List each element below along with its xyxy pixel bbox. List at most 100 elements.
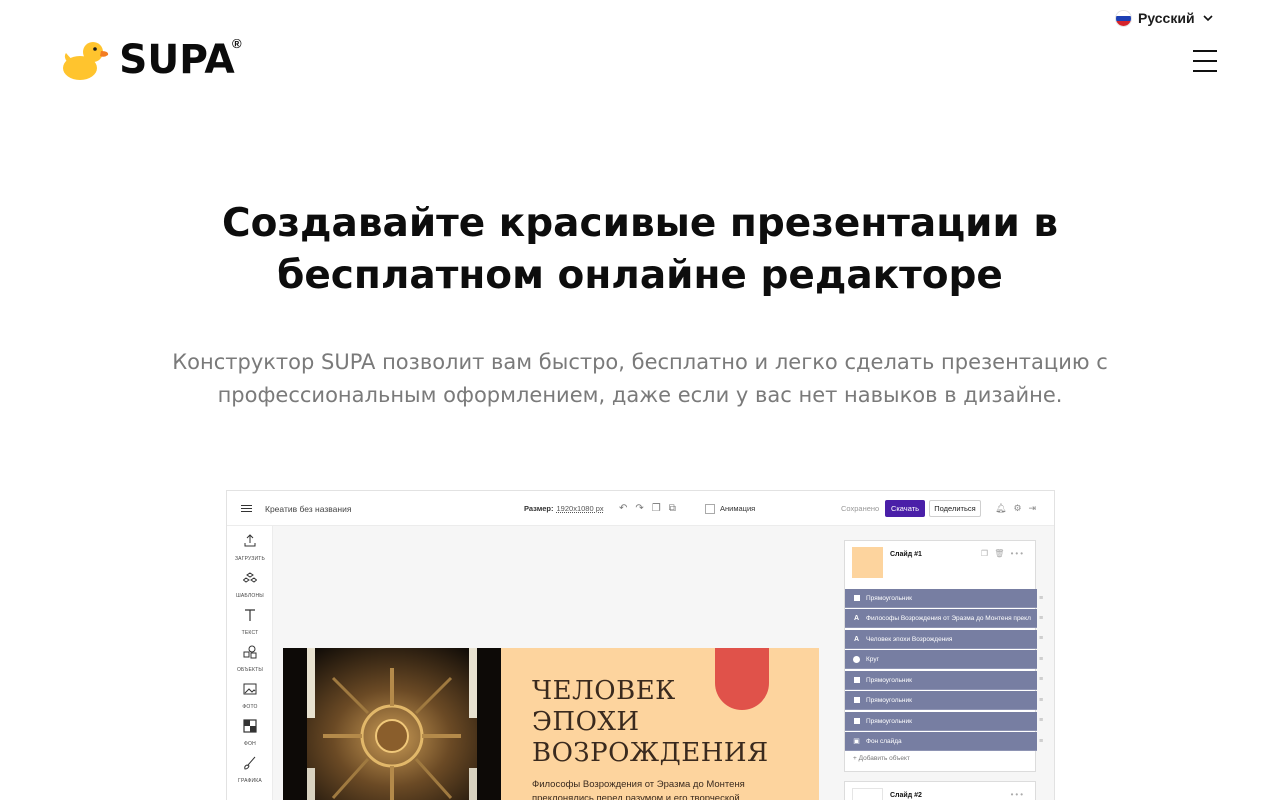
text-a-icon: A (853, 635, 860, 643)
menu-line-icon (1193, 50, 1217, 52)
brush-icon (244, 756, 256, 770)
sidebar-item-text[interactable]: ТЕКСТ (227, 608, 273, 636)
sidebar-item-objects[interactable]: ОБЪЕКТЫ (227, 645, 273, 673)
layer-label: Человек эпохи Возрождения (866, 635, 953, 643)
drag-handle-icon[interactable]: ≡ (1039, 732, 1045, 751)
editor-menu-button[interactable] (241, 491, 252, 526)
square-icon (853, 718, 860, 724)
sidebar-label: ШАБЛОНЫ (236, 593, 264, 599)
slide-title-line: ЭПОХИ (532, 707, 640, 737)
layers-panel: Слайд #1 ❐ 🗑︎ ••• Прямоугольник A Философ… (844, 540, 1037, 772)
sidebar-item-upload[interactable]: ЗАГРУЗИТЬ (227, 534, 273, 562)
logo-text: SUPA (119, 37, 235, 83)
hero-title: Создавайте красивые презентации в беспла… (0, 198, 1280, 302)
animation-label: Анимация (720, 504, 756, 513)
sidebar-item-templates[interactable]: ШАБЛОНЫ (227, 571, 273, 599)
slide-title-line: ЧЕЛОВЕК (532, 676, 676, 706)
sidebar-label: ФОН (244, 741, 256, 747)
registered-mark: ® (232, 36, 242, 51)
background-icon: ▣ (853, 738, 860, 745)
sidebar-label: ОБЪЕКТЫ (236, 667, 264, 673)
add-object-button[interactable]: + Добавить объект (853, 755, 910, 762)
slide1-name: Слайд #1 (890, 551, 922, 558)
text-a-icon: A (853, 614, 860, 622)
animation-toggle[interactable]: Анимация (705, 491, 755, 526)
slide-actions-icon[interactable]: ••• (1011, 790, 1025, 799)
editor-history-tools[interactable]: ↶ ↷ ❐ ⧉ (619, 491, 676, 526)
objects-icon (243, 645, 257, 659)
editor-top-icons: 🔔︎ ⚙ ⇥ (995, 491, 1036, 526)
layer-label: Философы Возрождения от Эразма до Монтен… (866, 614, 1031, 622)
sidebar-item-photo[interactable]: ФОТО (227, 682, 273, 710)
editor-sidebar: ЗАГРУЗИТЬ ШАБЛОНЫ ТЕКСТ ОБЪЕКТЫ ФОТО ФОН… (227, 526, 273, 800)
saved-status: Сохранено (841, 504, 880, 513)
square-icon (853, 595, 860, 601)
exit-icon[interactable]: ⇥ (1029, 503, 1037, 514)
drag-handle-icon[interactable]: ≡ (1039, 609, 1045, 628)
sidebar-label: ЗАГРУЗИТЬ (234, 556, 266, 562)
editor-doc-title[interactable]: Креатив без названия (265, 491, 351, 526)
layer-item[interactable]: Круг (845, 650, 1037, 669)
slide2-header[interactable]: Слайд #2 ••• (844, 781, 1036, 800)
sidebar-item-background[interactable]: ФОН (227, 719, 273, 747)
hero-subtitle: Конструктор SUPA позволит вам быстро, бе… (172, 350, 1108, 407)
photo-icon (243, 683, 257, 695)
slide1-thumbnail[interactable] (852, 547, 883, 578)
slide-title-line: ВОЗРОЖДЕНИЯ (532, 738, 769, 768)
drag-handle-icon[interactable]: ≡ (1039, 711, 1045, 730)
slide2-thumbnail[interactable] (852, 788, 883, 800)
layer-label: Круг (866, 655, 879, 663)
layer-item[interactable]: Прямоугольник (845, 712, 1037, 731)
menu-line-icon (1193, 70, 1217, 72)
slide1-header[interactable]: Слайд #1 ❐ 🗑︎ ••• (845, 541, 1035, 589)
animation-checkbox[interactable] (705, 503, 715, 514)
logo[interactable]: SUPA ® (62, 36, 242, 83)
layer-item[interactable]: A Философы Возрождения от Эразма до Монте… (845, 609, 1037, 628)
menu-line-icon (1193, 60, 1217, 62)
redo-icon[interactable]: ↷ (635, 503, 643, 514)
drag-handle-icon[interactable]: ≡ (1039, 650, 1045, 669)
drag-handle-icon[interactable]: ≡ (1039, 670, 1045, 689)
layer-label: Фон слайда (866, 737, 902, 745)
slide-canvas[interactable]: ЧЕЛОВЕК ЭПОХИ ВОЗРОЖДЕНИЯ Философы Возро… (283, 648, 819, 800)
download-button[interactable]: Скачать (885, 500, 925, 517)
layer-item[interactable]: A Человек эпохи Возрождения (845, 630, 1037, 649)
background-icon (243, 719, 257, 733)
slide-photo[interactable] (283, 648, 501, 800)
duplicate-icon[interactable]: ⧉ (669, 503, 676, 514)
chevron-down-icon (1203, 15, 1213, 22)
add-object-label: Добавить объект (858, 755, 910, 762)
editor-size[interactable]: Размер: 1920x1080 px (524, 491, 604, 526)
layer-label: Прямоугольник (866, 594, 912, 602)
bell-icon[interactable]: 🔔︎ (995, 503, 1006, 514)
slide-body-text[interactable]: Философы Возрождения от Эразма до Монтен… (532, 778, 792, 800)
layer-item[interactable]: ▣ Фон слайда (845, 732, 1037, 751)
square-icon (853, 697, 860, 703)
upload-icon (244, 534, 256, 547)
renaissance-ceiling-image (283, 648, 501, 800)
gear-icon[interactable]: ⚙ (1013, 503, 1021, 514)
drag-handle-icon[interactable]: ≡ (1039, 589, 1045, 608)
layer-item[interactable]: Прямоугольник (845, 691, 1037, 710)
slide2-name: Слайд #2 (890, 792, 922, 799)
layer-label: Прямоугольник (866, 676, 912, 684)
hamburger-menu-button[interactable] (1193, 50, 1217, 72)
drag-handle-icon[interactable]: ≡ (1039, 629, 1045, 648)
share-button[interactable]: Поделиться (929, 500, 981, 517)
slide-actions-icon[interactable]: ❐ 🗑︎ ••• (981, 549, 1025, 558)
slide-title[interactable]: ЧЕЛОВЕК ЭПОХИ ВОЗРОЖДЕНИЯ (532, 676, 769, 769)
undo-icon[interactable]: ↶ (619, 503, 627, 514)
hero-title-line2: бесплатном онлайне редакторе (277, 253, 1003, 298)
drag-handle-icon[interactable]: ≡ (1039, 691, 1045, 710)
language-selector[interactable]: Русский (1116, 10, 1214, 26)
layer-item[interactable]: Прямоугольник (845, 589, 1037, 608)
circle-icon (853, 655, 860, 663)
size-label: Размер: (524, 504, 554, 513)
sidebar-label: ГРАФИКА (238, 778, 262, 784)
layer-item[interactable]: Прямоугольник (845, 671, 1037, 690)
square-icon (853, 677, 860, 683)
sidebar-label: ТЕКСТ (241, 630, 259, 636)
copy-icon[interactable]: ❐ (652, 503, 661, 514)
sidebar-item-graphics[interactable]: ГРАФИКА (227, 756, 273, 784)
language-label: Русский (1138, 10, 1195, 26)
